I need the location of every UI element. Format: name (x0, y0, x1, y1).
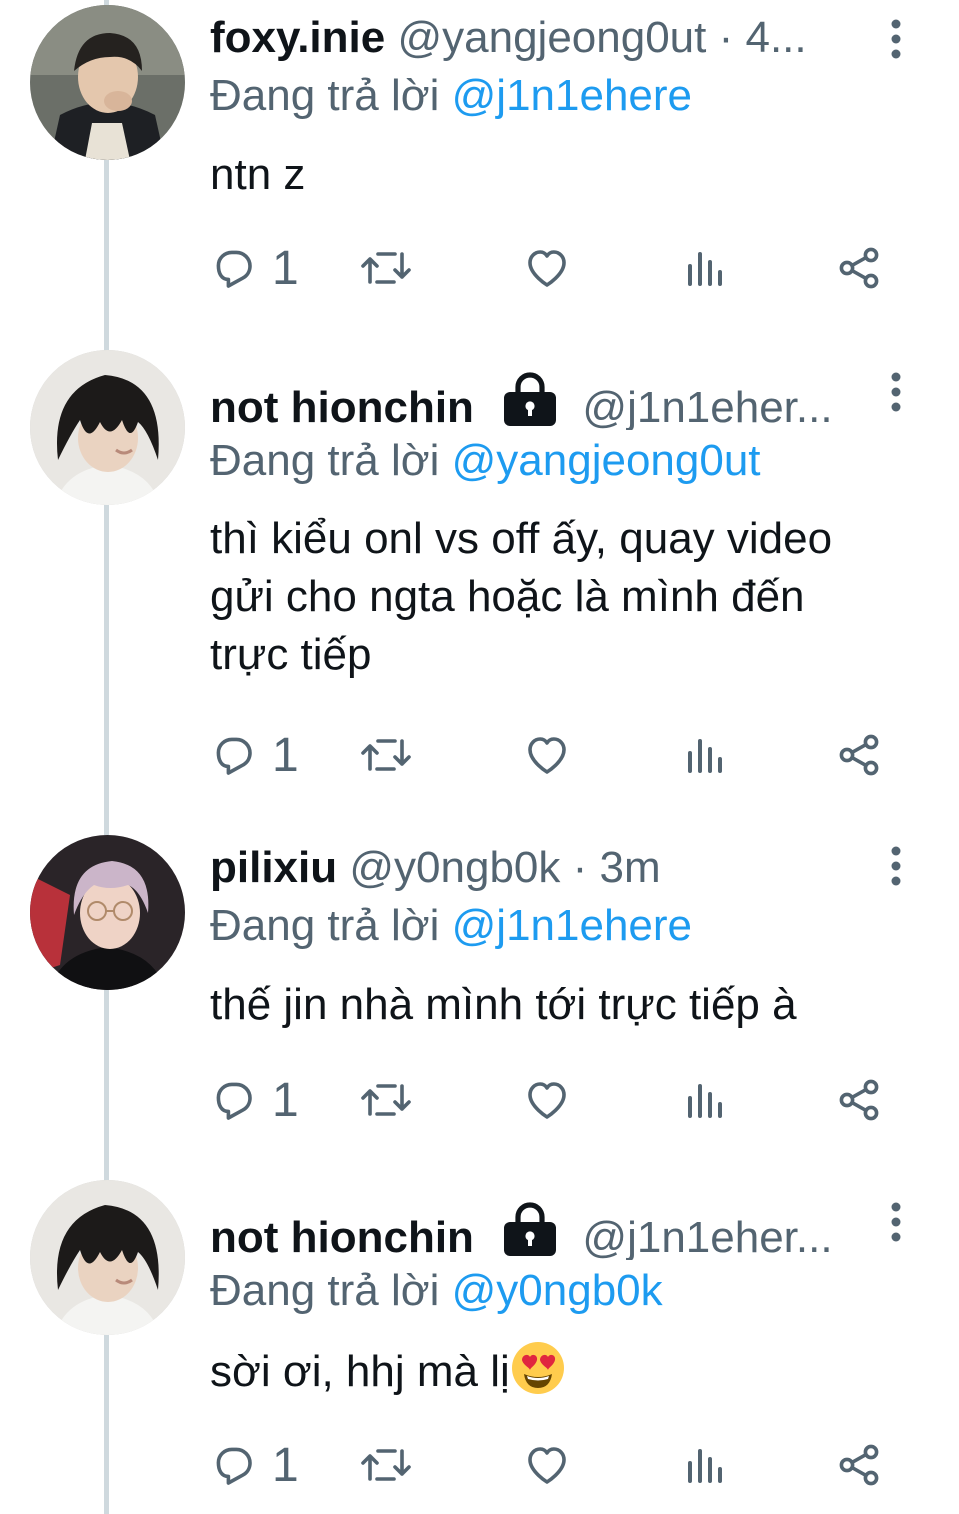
tweet[interactable]: not hionchin @j1n1eher... Đang trả lời @… (0, 1175, 959, 1514)
replying-to-label: Đang trả lời (210, 436, 440, 485)
analytics-icon (688, 252, 722, 286)
retweet-button[interactable] (360, 725, 412, 785)
display-name[interactable]: not hionchin (210, 383, 474, 430)
tweet-header: foxy.inie @yangjeong0ut · 4... (210, 8, 849, 68)
tweet-actions: 1 (210, 238, 900, 298)
views-button[interactable] (684, 1435, 728, 1495)
replying-to-handle[interactable]: @j1n1ehere (452, 71, 692, 120)
display-name[interactable]: not hionchin (210, 1213, 474, 1260)
handle-and-time[interactable]: @j1n1eher... (582, 1213, 832, 1260)
tweet-header: pilixiu @y0ngb0k · 3m (210, 838, 849, 898)
heart-icon (528, 1447, 566, 1484)
retweet-icon (361, 1084, 411, 1116)
reply-button[interactable]: 1 (210, 725, 299, 785)
like-button[interactable] (523, 1435, 571, 1495)
display-name[interactable]: foxy.inie (210, 13, 385, 62)
retweet-icon (361, 252, 411, 284)
replying-to: Đang trả lời @y0ngb0k (210, 1263, 663, 1319)
handle-and-time[interactable]: @y0ngb0k · 3m (349, 843, 660, 892)
heart-icon (528, 1082, 566, 1119)
lock-icon (504, 1202, 557, 1256)
more-options-icon[interactable] (883, 1191, 909, 1251)
tweet-actions: 1 (210, 1070, 900, 1130)
avatar[interactable] (30, 350, 185, 505)
retweet-button[interactable] (360, 238, 412, 298)
reply-button[interactable]: 1 (210, 238, 299, 298)
share-icon (839, 247, 879, 289)
replying-to-handle[interactable]: @y0ngb0k (452, 1266, 663, 1315)
like-button[interactable] (523, 1070, 571, 1130)
reply-count: 1 (272, 1073, 299, 1127)
reply-button[interactable]: 1 (210, 1435, 299, 1495)
reply-icon (216, 1447, 252, 1485)
avatar[interactable] (30, 5, 185, 160)
tweet-text: thế jin nhà mình tới trực tiếp à (210, 976, 930, 1034)
retweet-button[interactable] (360, 1070, 412, 1130)
views-button[interactable] (684, 238, 728, 298)
heart-eyes-emoji-icon (511, 1342, 564, 1394)
analytics-icon (688, 739, 722, 773)
share-icon (839, 1079, 879, 1121)
reply-count: 1 (272, 1438, 299, 1492)
views-button[interactable] (684, 725, 728, 785)
display-name[interactable]: pilixiu (210, 843, 337, 892)
replying-to-handle[interactable]: @yangjeong0ut (452, 436, 761, 485)
replying-to-label: Đang trả lời (210, 901, 440, 950)
tweet-text: thì kiểu onl vs off ấy, quay video gửi c… (210, 510, 930, 684)
tweet-header: not hionchin @j1n1eher... (210, 1200, 849, 1260)
share-icon (839, 734, 879, 776)
share-button[interactable] (835, 238, 883, 298)
tweet-text-content: sời ơi, hhj mà lị (210, 1347, 510, 1396)
heart-icon (528, 250, 566, 287)
tweet-text-line: gửi cho ngta hoặc là mình đến (210, 572, 805, 621)
tweet[interactable]: not hionchin @j1n1eher... Đang trả lời @… (0, 345, 959, 815)
reply-icon (216, 737, 252, 775)
share-button[interactable] (835, 1070, 883, 1130)
tweet[interactable]: pilixiu @y0ngb0k · 3m Đang trả lời @j1n1… (0, 830, 959, 1170)
tweet-text-line: trực tiếp (210, 630, 372, 679)
tweet[interactable]: foxy.inie @yangjeong0ut · 4... Đang trả … (0, 0, 959, 330)
retweet-icon (361, 1449, 411, 1481)
tweet-text-line: ntn z (210, 150, 306, 199)
like-button[interactable] (523, 238, 571, 298)
tweet-actions: 1 (210, 1435, 900, 1495)
replying-to: Đang trả lời @j1n1ehere (210, 898, 692, 954)
analytics-icon (688, 1449, 722, 1483)
tweet-text-line: sời ơi, hhj mà lị (210, 1340, 930, 1401)
analytics-icon (688, 1084, 722, 1118)
tweet-header: not hionchin @j1n1eher... (210, 370, 849, 430)
reply-count: 1 (272, 241, 299, 295)
more-options-icon[interactable] (883, 835, 909, 895)
lock-icon (504, 372, 557, 426)
tweet-text-line: thế jin nhà mình tới trực tiếp à (210, 980, 797, 1029)
reply-icon (216, 250, 252, 288)
handle-and-time[interactable]: @j1n1eher... (582, 383, 832, 430)
replying-to-label: Đang trả lời (210, 1266, 440, 1315)
views-button[interactable] (684, 1070, 728, 1130)
more-options-icon[interactable] (883, 361, 909, 421)
share-icon (839, 1444, 879, 1486)
tweet-actions: 1 (210, 725, 900, 785)
like-button[interactable] (523, 725, 571, 785)
heart-icon (528, 737, 566, 774)
reply-count: 1 (272, 728, 299, 782)
tweet-text-line: thì kiểu onl vs off ấy, quay video (210, 514, 833, 563)
retweet-icon (361, 739, 411, 771)
tweet-text: ntn z (210, 146, 930, 204)
replying-to: Đang trả lời @yangjeong0ut (210, 433, 761, 489)
replying-to: Đang trả lời @j1n1ehere (210, 68, 692, 124)
share-button[interactable] (835, 725, 883, 785)
retweet-button[interactable] (360, 1435, 412, 1495)
share-button[interactable] (835, 1435, 883, 1495)
avatar[interactable] (30, 1180, 185, 1335)
avatar[interactable] (30, 835, 185, 990)
replying-to-label: Đang trả lời (210, 71, 440, 120)
tweet-text: sời ơi, hhj mà lị (210, 1340, 930, 1401)
handle-and-time[interactable]: @yangjeong0ut · 4... (397, 13, 806, 62)
reply-icon (216, 1082, 252, 1120)
reply-button[interactable]: 1 (210, 1070, 299, 1130)
replying-to-handle[interactable]: @j1n1ehere (452, 901, 692, 950)
more-options-icon[interactable] (883, 8, 909, 68)
